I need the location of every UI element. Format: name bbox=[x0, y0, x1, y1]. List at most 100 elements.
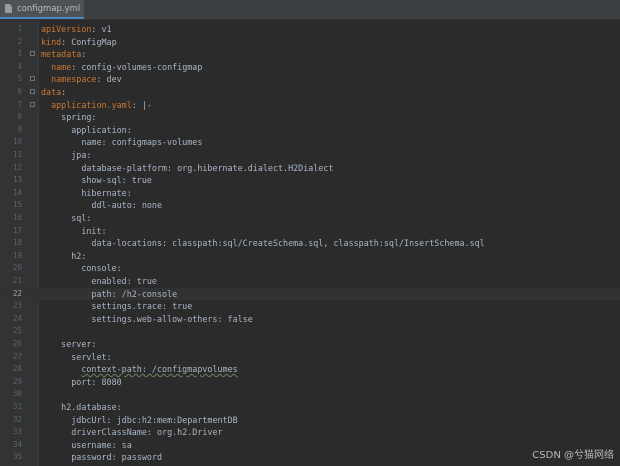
line-number: 19 bbox=[12, 250, 22, 260]
fold-marker-icon[interactable] bbox=[30, 101, 35, 107]
editor-tab-bar: configmap.yml bbox=[0, 0, 620, 20]
code-text: init: bbox=[41, 225, 107, 238]
yaml-value: hibernate: bbox=[81, 187, 132, 198]
line-number: 1 bbox=[17, 24, 22, 33]
code-text: password: password bbox=[41, 451, 162, 464]
code-line[interactable]: 34 username: sa bbox=[0, 439, 620, 452]
tab-configmap-yml[interactable]: configmap.yml bbox=[0, 0, 84, 19]
watermark: CSDN @兮猫网络 bbox=[532, 450, 614, 461]
fold-marker-icon[interactable] bbox=[30, 51, 35, 57]
code-line[interactable]: 6 data: bbox=[0, 86, 620, 99]
code-line[interactable]: 30 bbox=[0, 388, 620, 401]
line-number: 9 bbox=[17, 124, 22, 134]
code-line[interactable]: 1 apiVersion: v1 bbox=[0, 23, 620, 36]
line-number: 22 bbox=[12, 288, 22, 298]
line-number: 21 bbox=[12, 276, 22, 285]
code-line[interactable]: 16 sql: bbox=[0, 212, 620, 225]
yaml-value: username: sa bbox=[71, 439, 132, 450]
code-line[interactable]: 7 application.yaml: |- bbox=[0, 99, 620, 112]
yaml-value: data-locations: classpath:sql/CreateSche… bbox=[91, 238, 485, 249]
code-text: context-path: /configmapvolumes bbox=[41, 363, 237, 376]
code-line[interactable]: 20 console: bbox=[0, 262, 620, 275]
code-text: application: bbox=[41, 124, 132, 137]
code-line[interactable]: 32 jdbcUrl: jdbc:h2:mem:DepartmentDB bbox=[0, 414, 620, 427]
code-text: h2.database: bbox=[41, 401, 122, 414]
code-line[interactable]: 14 hibernate: bbox=[0, 187, 620, 200]
yaml-separator: : bbox=[61, 36, 72, 47]
yaml-value: port: 8080 bbox=[71, 376, 122, 387]
code-line[interactable]: 12 database-platform: org.hibernate.dial… bbox=[0, 162, 620, 175]
yaml-value: sql: bbox=[71, 213, 92, 223]
code-editor[interactable]: 1 apiVersion: v1 2 kind: ConfigMap 3 metadata… bbox=[0, 20, 620, 466]
code-line[interactable]: 18 data-locations: classpath:sql/CreateS… bbox=[0, 237, 620, 250]
code-text: name: config-volumes-configmap bbox=[41, 61, 202, 74]
code-text: data-locations: classpath:sql/CreateSche… bbox=[41, 237, 485, 250]
code-line[interactable]: 9 application: bbox=[0, 124, 620, 137]
code-text: database-platform: org.hibernate.dialect… bbox=[41, 162, 333, 175]
code-text: hibernate: bbox=[41, 187, 132, 200]
line-number: 14 bbox=[12, 187, 22, 197]
line-number: 33 bbox=[12, 427, 22, 437]
code-text: kind: ConfigMap bbox=[41, 36, 117, 49]
code-line[interactable]: 10 name: configmaps-volumes bbox=[0, 136, 620, 149]
yaml-value: name: configmaps-volumes bbox=[81, 137, 203, 148]
code-line[interactable]: 19 h2: bbox=[0, 250, 620, 263]
line-number: 5 bbox=[17, 74, 22, 84]
code-line[interactable]: 22 path: /h2-console bbox=[0, 287, 620, 301]
code-line[interactable]: 15 ddl-auto: none bbox=[0, 199, 620, 212]
code-text: settings.trace: true bbox=[41, 300, 192, 313]
yaml-value: ConfigMap bbox=[71, 36, 117, 47]
yaml-value: config-volumes-configmap bbox=[81, 61, 203, 72]
fold-marker-icon[interactable] bbox=[30, 76, 35, 82]
yaml-key: data bbox=[41, 87, 62, 97]
code-line[interactable]: 33 driverClassName: org.h2.Driver bbox=[0, 426, 620, 439]
code-text: path: /h2-console bbox=[41, 288, 177, 301]
code-line[interactable]: 3 metadata: bbox=[0, 48, 620, 61]
yaml-value: settings.web-allow-others: false bbox=[91, 313, 253, 324]
code-text: data: bbox=[41, 86, 66, 99]
line-number: 31 bbox=[12, 402, 22, 411]
code-line[interactable]: 8 spring: bbox=[0, 111, 620, 124]
fold-marker-icon[interactable] bbox=[30, 89, 35, 94]
code-line[interactable]: 26 server: bbox=[0, 338, 620, 351]
line-number: 12 bbox=[12, 162, 22, 172]
code-line[interactable]: 31 h2.database: bbox=[0, 401, 620, 414]
yaml-value: ddl-auto: none bbox=[91, 200, 163, 211]
code-line[interactable]: 25 bbox=[0, 325, 620, 338]
yaml-value: show-sql: true bbox=[81, 175, 152, 186]
code-line[interactable]: 2 kind: ConfigMap bbox=[0, 36, 620, 49]
code-line[interactable]: 13 show-sql: true bbox=[0, 174, 620, 187]
yaml-value: init: bbox=[81, 225, 107, 236]
code-text: port: 8080 bbox=[41, 376, 122, 389]
code-line[interactable]: 11 jpa: bbox=[0, 149, 620, 162]
yaml-value: jdbcUrl: jdbc:h2:mem:DepartmentDB bbox=[71, 414, 238, 425]
code-line[interactable]: 35 password: password bbox=[0, 451, 620, 464]
code-text: servlet: bbox=[41, 351, 111, 364]
yaml-value: database-platform: org.hibernate.dialect… bbox=[81, 162, 334, 173]
code-line[interactable]: 24 settings.web-allow-others: false bbox=[0, 313, 620, 326]
code-line[interactable]: 4 name: config-volumes-configmap bbox=[0, 61, 620, 74]
line-number: 18 bbox=[12, 238, 22, 248]
code-line[interactable]: 23 settings.trace: true bbox=[0, 300, 620, 313]
code-line[interactable]: 17 init: bbox=[0, 225, 620, 238]
code-line[interactable]: 29 port: 8080 bbox=[0, 376, 620, 389]
code-line[interactable]: 27 servlet: bbox=[0, 351, 620, 364]
code-line[interactable]: 5 namespace: dev bbox=[0, 73, 620, 86]
code-text: sql: bbox=[41, 212, 91, 225]
code-line[interactable]: 28 context-path: /configmapvolumes bbox=[0, 363, 620, 376]
code-line[interactable]: 21 enabled: true bbox=[0, 275, 620, 288]
